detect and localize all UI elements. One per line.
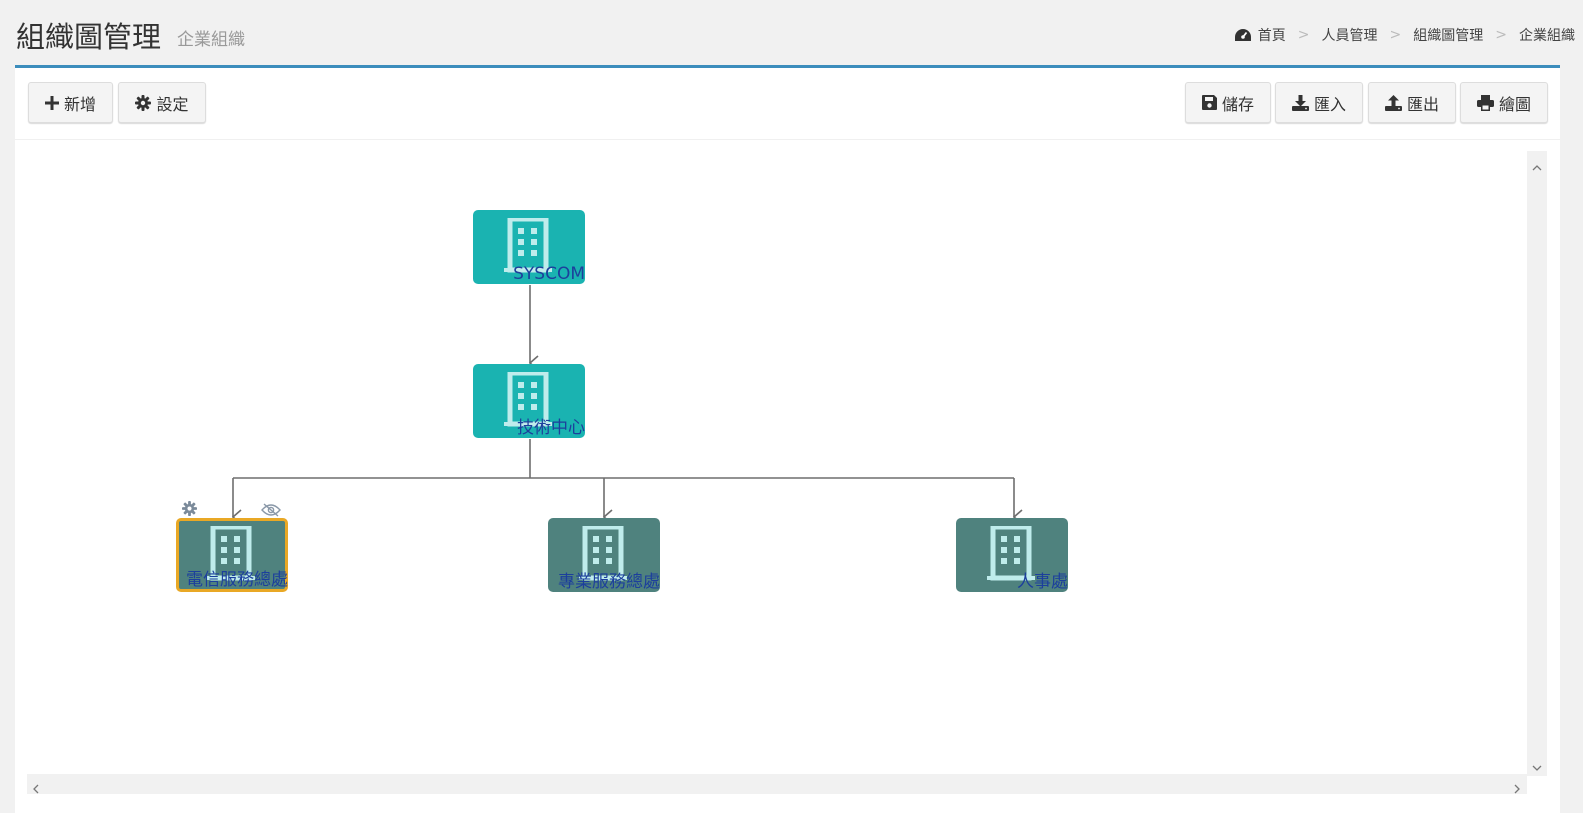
settings-button[interactable]: 設定 (118, 82, 206, 123)
print-button-label: 繪圖 (1498, 94, 1531, 114)
add-button[interactable]: 新增 (28, 82, 113, 123)
upload-icon (1384, 94, 1407, 111)
save-button-label: 儲存 (1221, 94, 1254, 114)
org-node-label: 電信服務總處 (186, 570, 288, 590)
org-node-label: 技術中心 (517, 418, 585, 438)
import-button[interactable]: 匯入 (1275, 82, 1363, 123)
print-button[interactable]: 繪圖 (1460, 82, 1548, 123)
org-node-telecom[interactable]: 電信服務總處 (176, 518, 288, 592)
breadcrumb-org-chart[interactable]: 組織圖管理 (1413, 25, 1483, 45)
org-node-professional[interactable]: 專業服務總處 (548, 518, 660, 592)
vertical-scrollbar[interactable] (1527, 151, 1547, 776)
plus-icon (44, 95, 64, 110)
add-button-label: 新增 (63, 94, 96, 114)
import-button-label: 匯入 (1313, 94, 1346, 114)
breadcrumb-current: 企業組織 (1519, 28, 1575, 44)
breadcrumb-separator: > (1495, 27, 1507, 43)
export-button[interactable]: 匯出 (1368, 82, 1456, 123)
chevron-up-icon[interactable] (1532, 156, 1542, 175)
toolbar: 新增 設定 儲存 匯入 匯出 繪圖 (15, 68, 1560, 140)
breadcrumb-personnel[interactable]: 人員管理 (1322, 25, 1378, 45)
org-node-tech-center[interactable]: 技術中心 (473, 364, 585, 438)
download-icon (1291, 94, 1314, 111)
main-panel: 新增 設定 儲存 匯入 匯出 繪圖 SYSCOM 技術中心 電信服務總處 專業服… (15, 65, 1560, 813)
org-chart-canvas[interactable]: SYSCOM 技術中心 電信服務總處 專業服務總處 人事處 (27, 151, 1530, 776)
horizontal-scrollbar[interactable] (27, 774, 1527, 794)
chevron-down-icon[interactable] (1532, 757, 1542, 776)
org-node-syscom[interactable]: SYSCOM (473, 210, 585, 284)
breadcrumb-separator: > (1297, 27, 1310, 43)
page-header: 組織圖管理 企業組織 首頁 > 人員管理 > 組織圖管理 > 企業組織 (0, 0, 1583, 66)
save-icon (1201, 95, 1222, 110)
page-subtitle: 企業組織 (177, 30, 245, 50)
print-icon (1476, 94, 1499, 111)
breadcrumb-separator: > (1389, 27, 1402, 43)
export-button-label: 匯出 (1406, 94, 1439, 114)
breadcrumb: 首頁 > 人員管理 > 組織圖管理 > 企業組織 (1234, 25, 1575, 45)
gear-icon (135, 94, 156, 111)
org-chart-connectors (27, 285, 1530, 776)
org-node-label: 專業服務總處 (558, 572, 660, 592)
settings-button-label: 設定 (156, 94, 189, 114)
save-button[interactable]: 儲存 (1185, 82, 1271, 123)
dashboard-icon (1234, 28, 1252, 42)
org-node-label: 人事處 (1017, 572, 1068, 592)
chevron-right-icon[interactable] (1514, 779, 1521, 798)
breadcrumb-home[interactable]: 首頁 (1258, 25, 1286, 45)
page-title: 組織圖管理 (16, 20, 162, 54)
chevron-left-icon[interactable] (32, 779, 39, 798)
org-node-label: SYSCOM (513, 264, 585, 284)
org-node-hr[interactable]: 人事處 (956, 518, 1068, 592)
